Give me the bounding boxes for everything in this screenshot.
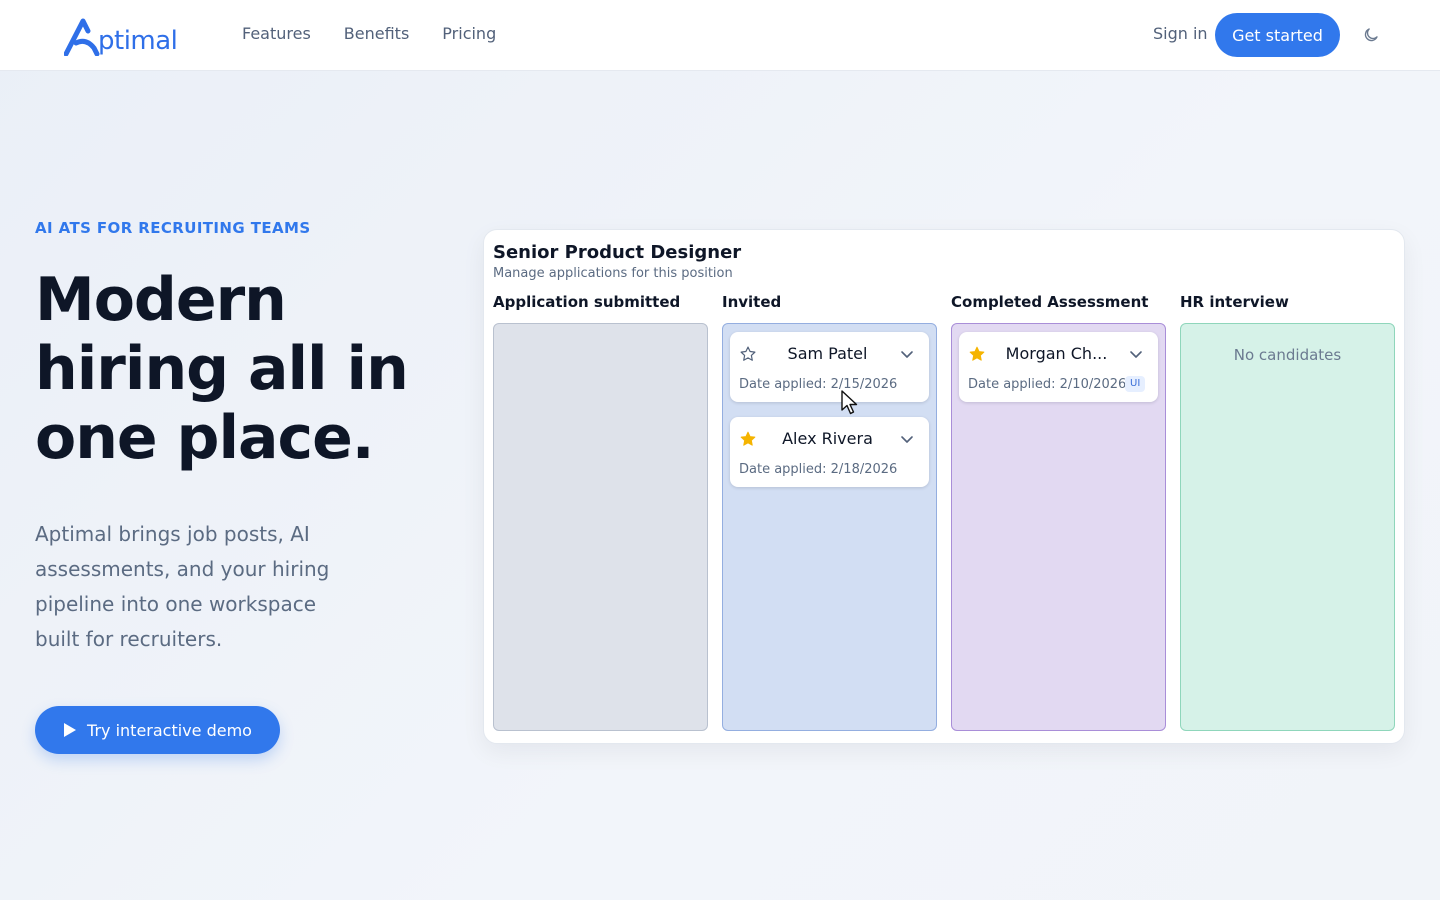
nav-links: Features Benefits Pricing — [242, 24, 529, 44]
column-header-invited: Invited — [722, 293, 782, 311]
column-completed-assessment[interactable]: Morgan Ch... Date applied: 2/10/2026 UI — [951, 323, 1166, 731]
nav-link-pricing[interactable]: Pricing — [442, 24, 496, 44]
date-applied: Date applied: 2/15/2026 — [739, 377, 898, 392]
column-application-submitted[interactable] — [493, 323, 708, 731]
date-applied: Date applied: 2/10/2026 — [968, 377, 1127, 392]
column-hr-interview[interactable]: No candidates — [1180, 323, 1395, 731]
star-filled-icon[interactable] — [968, 345, 986, 363]
candidate-name: Morgan Ch... — [1005, 344, 1108, 363]
moon-icon[interactable] — [1362, 26, 1380, 44]
column-header-application-submitted: Application submitted — [493, 293, 681, 311]
chevron-down-icon[interactable] — [1129, 347, 1143, 361]
board-subtitle: Manage applications for this position — [493, 266, 733, 281]
candidate-card[interactable]: Alex Rivera Date applied: 2/18/2026 — [730, 417, 929, 487]
candidate-name: Alex Rivera — [782, 429, 873, 448]
nav-link-features[interactable]: Features — [242, 24, 311, 44]
hero-headline: Modern hiring all in one place. — [35, 265, 409, 473]
empty-state-text: No candidates — [1233, 346, 1342, 364]
pipeline-board: Senior Product Designer Manage applicati… — [483, 229, 1405, 744]
column-header-completed-assessment: Completed Assessment — [951, 293, 1149, 311]
hero-eyebrow: AI ATS FOR RECRUITING TEAMS — [35, 219, 311, 237]
get-started-button[interactable]: Get started — [1215, 13, 1340, 57]
candidate-card[interactable]: Morgan Ch... Date applied: 2/10/2026 UI — [959, 332, 1158, 402]
try-demo-label: Try interactive demo — [87, 720, 252, 740]
logo-text: ptimal — [98, 26, 178, 56]
candidate-name: Sam Patel — [787, 344, 868, 363]
top-navbar: ptimal Features Benefits Pricing Sign in… — [0, 0, 1440, 71]
chevron-down-icon[interactable] — [900, 347, 914, 361]
star-outline-icon[interactable] — [739, 345, 757, 363]
column-invited[interactable]: Sam Patel Date applied: 2/15/2026 Alex R… — [722, 323, 937, 731]
sign-in-link[interactable]: Sign in — [1153, 24, 1208, 44]
column-header-hr-interview: HR interview — [1180, 293, 1289, 311]
skill-tag: UI — [1125, 376, 1146, 392]
logo-a-icon — [64, 18, 100, 56]
chevron-down-icon[interactable] — [900, 432, 914, 446]
aptimal-logo[interactable]: ptimal — [64, 16, 178, 56]
candidate-card[interactable]: Sam Patel Date applied: 2/15/2026 — [730, 332, 929, 402]
board-title: Senior Product Designer — [493, 242, 742, 263]
date-applied: Date applied: 2/18/2026 — [739, 462, 898, 477]
play-icon — [64, 723, 77, 737]
nav-link-benefits[interactable]: Benefits — [344, 24, 410, 44]
mouse-cursor-icon — [841, 390, 858, 415]
hero-description: Aptimal brings job posts, AI assessments… — [35, 522, 330, 651]
try-demo-button[interactable]: Try interactive demo — [35, 706, 280, 754]
star-filled-icon[interactable] — [739, 430, 757, 448]
